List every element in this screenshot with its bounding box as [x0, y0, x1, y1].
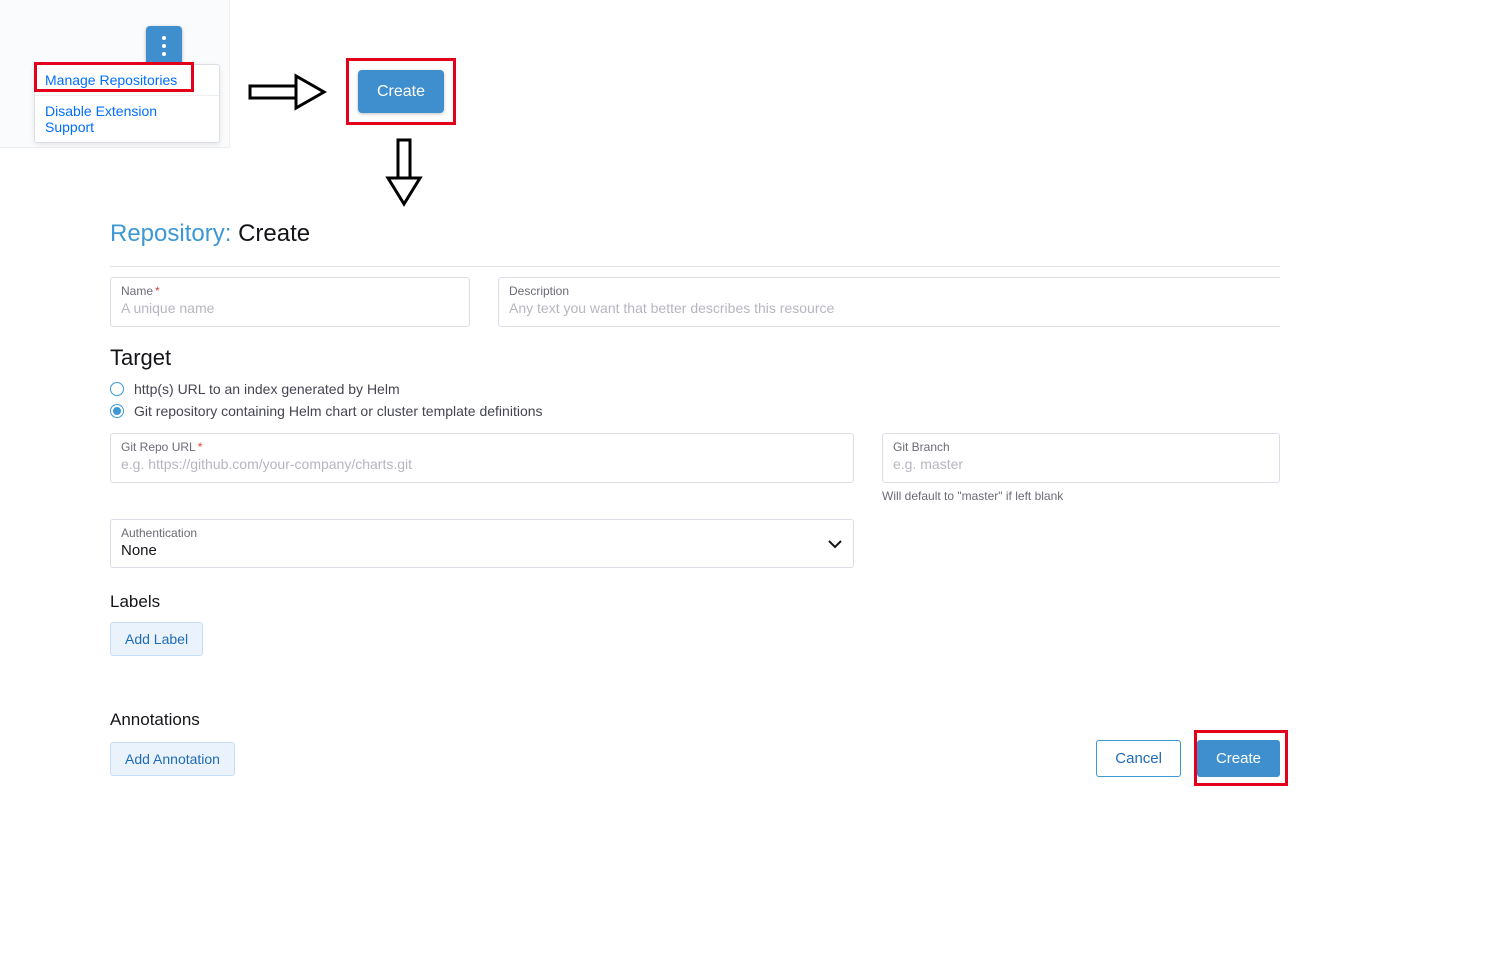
- target-option-http-row[interactable]: http(s) URL to an index generated by Hel…: [110, 381, 1280, 397]
- description-field-wrapper: Description: [498, 277, 1280, 327]
- required-asterisk: *: [155, 284, 160, 298]
- page-title-suffix: Create: [238, 220, 310, 247]
- annotation-highlight-manage-repositories: [34, 62, 194, 92]
- add-label-button[interactable]: Add Label: [110, 622, 203, 656]
- annotations-heading: Annotations: [110, 710, 235, 730]
- menu-item-disable-extension-support[interactable]: Disable Extension Support: [35, 96, 219, 142]
- cancel-button[interactable]: Cancel: [1096, 740, 1181, 777]
- target-option-git-row[interactable]: Git repository containing Helm chart or …: [110, 403, 1280, 419]
- target-heading: Target: [110, 345, 1280, 371]
- add-annotation-button[interactable]: Add Annotation: [110, 742, 235, 776]
- name-field-wrapper: Name*: [110, 277, 470, 327]
- arrow-down-icon: [384, 138, 424, 208]
- git-repo-url-field-wrapper: Git Repo URL*: [110, 433, 854, 483]
- git-branch-field-wrapper: Git Branch: [882, 433, 1280, 483]
- divider: [110, 266, 1280, 267]
- required-asterisk: *: [198, 440, 203, 454]
- description-label: Description: [509, 284, 1270, 298]
- git-branch-label: Git Branch: [893, 440, 1269, 454]
- page-title: Repository: Create: [110, 220, 1280, 248]
- target-option-git-label: Git repository containing Helm chart or …: [134, 403, 543, 419]
- annotation-highlight-create-top: [346, 58, 456, 125]
- arrow-right-icon: [248, 72, 328, 112]
- radio-git-icon: [110, 404, 124, 418]
- authentication-select[interactable]: Authentication None: [110, 519, 854, 568]
- authentication-value: None: [121, 542, 843, 559]
- radio-http-icon: [110, 382, 124, 396]
- description-input[interactable]: [509, 300, 1270, 316]
- authentication-label: Authentication: [121, 526, 843, 540]
- labels-heading: Labels: [110, 592, 1280, 612]
- git-repo-url-label: Git Repo URL: [121, 440, 196, 454]
- name-label: Name: [121, 284, 153, 298]
- annotation-highlight-create-bottom: [1194, 730, 1288, 786]
- git-repo-url-input[interactable]: [121, 456, 843, 472]
- kebab-menu-button[interactable]: [146, 26, 182, 66]
- page-title-prefix: Repository:: [110, 220, 231, 247]
- git-branch-input[interactable]: [893, 456, 1269, 472]
- chevron-down-icon: [827, 536, 843, 552]
- name-input[interactable]: [121, 300, 459, 316]
- kebab-dots-icon: [162, 36, 166, 56]
- target-option-http-label: http(s) URL to an index generated by Hel…: [134, 381, 400, 397]
- git-branch-hint: Will default to "master" if left blank: [882, 489, 1280, 503]
